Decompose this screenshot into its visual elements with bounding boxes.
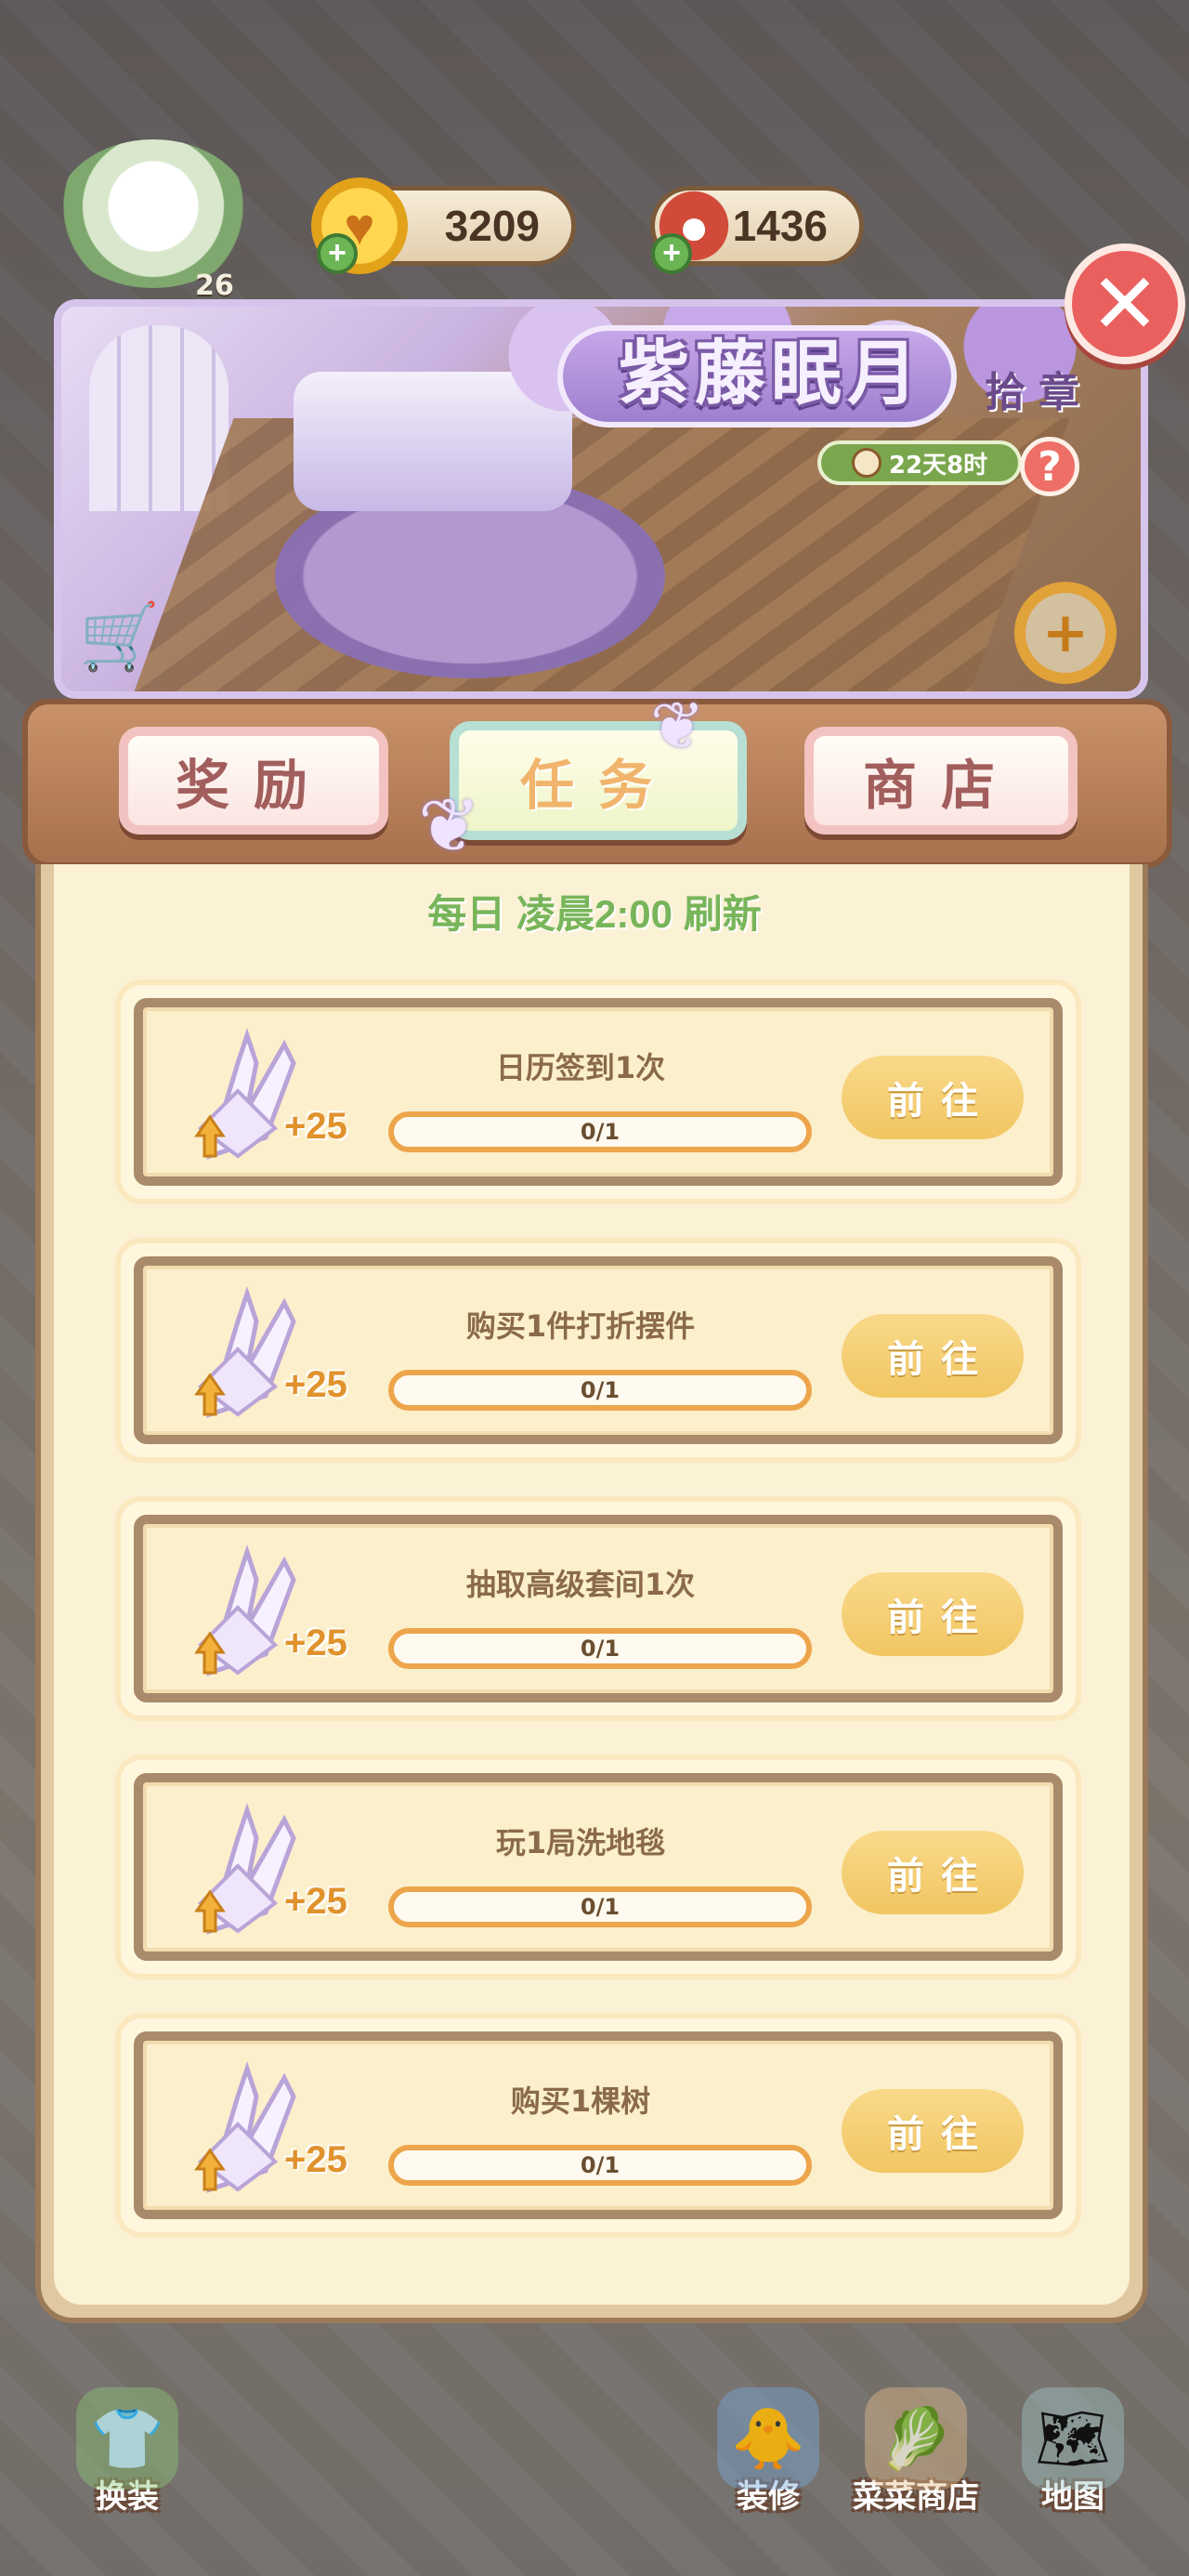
task-progress-bar: 0/1	[388, 1628, 812, 1669]
task-card: +25 购买1件打折摆件 0/1 前往	[115, 1238, 1081, 1463]
butterfly-decoration-icon: ❦	[650, 688, 705, 764]
shop-icon: 🥬	[865, 2387, 967, 2490]
nav-map[interactable]: 🗺 地图	[1003, 2368, 1143, 2517]
task-title: 抽取高级套间1次	[465, 1567, 696, 1602]
cart-icon[interactable]: 🛒	[78, 595, 162, 678]
nav-shop[interactable]: 🥬 菜菜商店	[842, 2368, 990, 2517]
task-go-button[interactable]: 前往	[842, 1572, 1024, 1656]
decorate-icon: 🐥	[717, 2387, 819, 2490]
help-button[interactable]: ?	[1020, 437, 1079, 496]
arched-window-art	[89, 325, 229, 511]
nav-dress-up[interactable]: 👕 换装	[58, 2368, 197, 2517]
nav-decorate[interactable]: 🐥 装修	[699, 2368, 838, 2517]
player-avatar[interactable]	[56, 139, 251, 288]
task-go-button[interactable]: 前往	[842, 1314, 1024, 1398]
event-chapter: 拾章	[985, 369, 1092, 416]
task-progress-bar: 0/1	[388, 1111, 812, 1152]
map-icon: 🗺	[1022, 2387, 1124, 2490]
task-reward-amount: +25	[284, 1106, 347, 1147]
task-title: 购买1棵树	[510, 2083, 651, 2119]
task-title: 购买1件打折摆件	[465, 1308, 696, 1344]
task-go-button[interactable]: 前往	[842, 1831, 1024, 1914]
task-go-button[interactable]: 前往	[842, 1056, 1024, 1139]
task-progress-bar: 0/1	[388, 1886, 812, 1927]
task-reward-amount: +25	[284, 2139, 347, 2180]
task-progress-text: 0/1	[580, 1377, 621, 1403]
countdown-text: 22天8时	[888, 451, 988, 480]
task-progress-text: 0/1	[580, 1894, 621, 1920]
task-progress-text: 0/1	[580, 1636, 621, 1662]
zoom-in-icon[interactable]: +	[1014, 582, 1117, 684]
player-level: 26	[195, 269, 234, 302]
refresh-note: 每日 凌晨2:00 刷新	[427, 892, 762, 936]
task-progress-text: 0/1	[580, 1119, 621, 1145]
task-title: 玩1局洗地毯	[495, 1825, 666, 1860]
event-countdown: 22天8时	[817, 440, 1022, 485]
task-go-button[interactable]: 前往	[842, 2089, 1024, 2173]
tab-rewards[interactable]: 奖励	[119, 727, 388, 835]
task-card: +25 玩1局洗地毯 0/1 前往	[115, 1755, 1081, 1979]
coin-counter[interactable]: ♥ + 3209	[311, 177, 576, 274]
cherry-amount: 1436	[732, 202, 828, 250]
task-card: +25 抽取高级套间1次 0/1 前往	[115, 1496, 1081, 1721]
task-card: +25 日历签到1次 0/1 前往	[115, 979, 1081, 1204]
clock-icon	[851, 448, 882, 478]
close-icon: ✕	[1090, 255, 1160, 353]
coin-amount: 3209	[444, 202, 540, 250]
tab-shop[interactable]: 商店	[804, 727, 1078, 835]
dress-up-icon: 👕	[76, 2387, 178, 2490]
cherry-counter[interactable]: ● + 1436	[646, 177, 864, 274]
butterfly-decoration-icon: ❦	[418, 782, 481, 869]
task-reward-amount: +25	[284, 1881, 347, 1922]
task-title: 日历签到1次	[495, 1050, 666, 1085]
task-progress-bar: 0/1	[388, 2145, 812, 2186]
close-button[interactable]: ✕	[1065, 243, 1185, 364]
add-cherries-icon[interactable]: +	[651, 233, 692, 274]
task-progress-text: 0/1	[580, 2152, 621, 2178]
task-card: +25 购买1棵树 0/1 前往	[115, 2013, 1081, 2238]
event-title: 紫藤眠月	[619, 332, 923, 414]
add-coins-icon[interactable]: +	[317, 233, 358, 274]
task-reward-amount: +25	[284, 1623, 347, 1663]
task-progress-bar: 0/1	[388, 1370, 812, 1411]
task-reward-amount: +25	[284, 1364, 347, 1405]
